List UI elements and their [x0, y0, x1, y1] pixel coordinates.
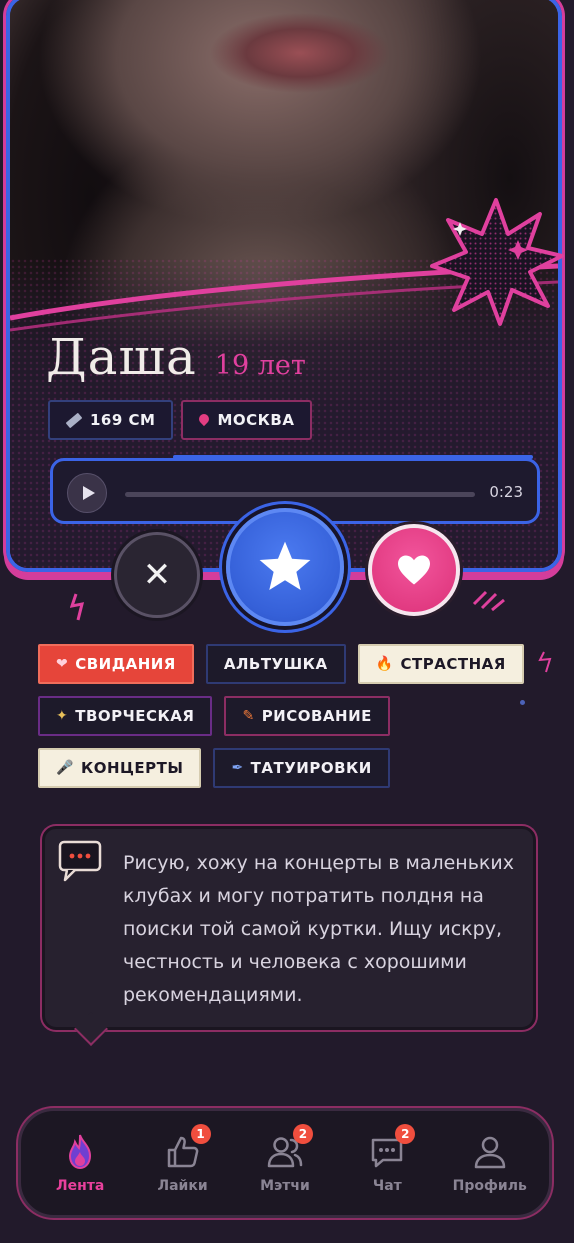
about-text: Рисую, хожу на концерты в маленьких клуб…	[123, 852, 514, 1006]
matches-badge: 2	[292, 1124, 313, 1144]
play-icon	[83, 486, 95, 500]
tag-svidaniya[interactable]: ❤ СВИДАНИЯ	[38, 644, 194, 684]
nav-item-chat[interactable]: 2 Чат	[337, 1124, 437, 1194]
nav-item-profile[interactable]: Профиль	[440, 1132, 540, 1194]
height-chip: 169 СМ	[48, 400, 174, 440]
play-button[interactable]	[67, 473, 107, 513]
tag-tvorcheskaya[interactable]: ✦ ТВОРЧЕСКАЯ	[38, 696, 213, 736]
starburst-decoration	[430, 198, 564, 326]
tattoo-pen-icon: ✒	[231, 760, 244, 776]
nav-item-likes[interactable]: 1 Лайки	[133, 1124, 233, 1194]
tag-risovanie[interactable]: ✎ РИСОВАНИЕ	[224, 696, 390, 736]
fire-icon: 🔥	[375, 656, 394, 672]
tag-koncerty[interactable]: 🎤 КОНЦЕРТЫ	[38, 748, 202, 788]
height-value: 169 СМ	[90, 411, 156, 429]
profile-age: 19 лет	[214, 350, 306, 381]
nav-label: Чат	[372, 1178, 402, 1194]
lightning-decoration-small	[538, 651, 552, 673]
nav-label: Лента	[56, 1178, 105, 1194]
close-icon: ✕	[142, 555, 172, 595]
city-value: МОСКВА	[217, 411, 295, 429]
about-bubble: Рисую, хожу на концерты в маленьких клуб…	[42, 826, 536, 1046]
bottom-navigation: Лента 1 Лайки 2 Мэтчи 2 Чат Профиль	[18, 1108, 552, 1218]
audio-duration: 0:23	[489, 483, 523, 501]
dash-lines-decoration	[472, 590, 505, 612]
user-icon	[474, 1136, 505, 1169]
star-icon	[259, 541, 311, 590]
heart-icon: ❤	[56, 656, 69, 672]
nav-item-matches[interactable]: 2 Мэтчи	[235, 1124, 335, 1194]
nav-label: Мэтчи	[260, 1178, 310, 1194]
heart-icon	[398, 555, 430, 585]
tag-tatuirovki[interactable]: ✒ ТАТУИРОВКИ	[213, 748, 390, 788]
likes-badge: 1	[190, 1124, 211, 1144]
profile-name: Даша	[46, 328, 197, 386]
city-chip: МОСКВА	[181, 400, 313, 440]
profile-name-row: Даша 19 лет	[46, 328, 306, 386]
magic-wand-icon: ✦	[56, 708, 69, 724]
ruler-icon	[65, 412, 83, 428]
nav-label: Лайки	[157, 1178, 208, 1194]
chat-bubble-icon	[58, 840, 102, 882]
interest-tags: ❤ СВИДАНИЯ АЛЬТУШКА 🔥 СТРАСТНАЯ ✦ ТВОРЧЕ…	[38, 644, 538, 800]
like-button[interactable]	[368, 524, 460, 616]
nav-label: Профиль	[452, 1178, 527, 1194]
superlike-button[interactable]	[226, 508, 344, 626]
microphone-icon: 🎤	[56, 760, 74, 776]
audio-progress-track[interactable]	[125, 492, 475, 497]
profile-chips: 169 СМ МОСКВА	[48, 400, 313, 440]
flame-icon	[69, 1134, 92, 1170]
chat-badge: 2	[395, 1124, 416, 1144]
dislike-button[interactable]: ✕	[114, 532, 200, 618]
tag-altushka[interactable]: АЛЬТУШКА	[205, 644, 346, 684]
pencil-icon: ✎	[242, 708, 255, 724]
lightning-decoration	[70, 593, 85, 621]
nav-item-lenta[interactable]: Лента	[30, 1132, 130, 1194]
location-pin-icon	[197, 411, 212, 426]
tag-strastnaya[interactable]: 🔥 СТРАСТНАЯ	[357, 644, 524, 684]
